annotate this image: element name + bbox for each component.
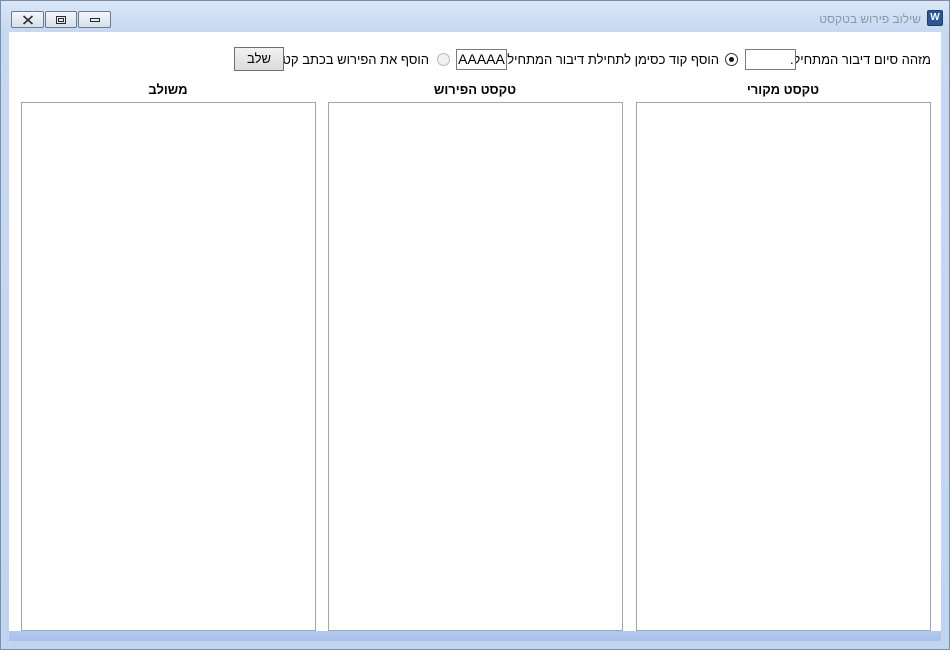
restore-icon: [56, 15, 66, 24]
title-bar[interactable]: W שילוב פירוש בטקסט: [1, 1, 949, 32]
window-title: שילוב פירוש בטקסט: [819, 12, 921, 26]
restore-button[interactable]: [45, 11, 77, 28]
small-font-radio[interactable]: [437, 53, 450, 66]
close-icon: [22, 15, 33, 24]
minimize-button[interactable]: [78, 11, 111, 28]
prefix-code-radio[interactable]: [725, 53, 738, 66]
end-marker-label: מזהה סיום דיבור המתחיל:: [789, 52, 931, 67]
commentary-text-area[interactable]: [328, 102, 623, 631]
end-marker-input[interactable]: .: [745, 49, 796, 70]
client-area: מזהה סיום דיבור המתחיל: . הוסף קוד כסימן…: [9, 32, 941, 641]
close-button[interactable]: [11, 11, 44, 28]
prefix-code-input[interactable]: AAAAA: [456, 49, 507, 70]
prefix-code-label: הוסף קוד כסימן לתחילת דיבור המתחיל:: [503, 52, 719, 67]
window-bottom-border: [9, 631, 941, 641]
original-text-header: טקסט מקורי: [746, 82, 820, 97]
merge-button[interactable]: שלב: [234, 47, 284, 71]
app-window: W שילוב פירוש בטקסט מזהה סיום דיבור המתח…: [0, 0, 950, 650]
merged-text-header: משולב: [148, 82, 188, 97]
original-text-area[interactable]: [636, 102, 931, 631]
minimize-icon: [89, 17, 100, 22]
merged-text-area[interactable]: [21, 102, 316, 631]
small-font-label: הוסף את הפירוש בכתב קטן: [279, 52, 429, 67]
word-icon: W: [927, 10, 943, 26]
commentary-text-header: טקסט הפירוש: [433, 82, 517, 97]
